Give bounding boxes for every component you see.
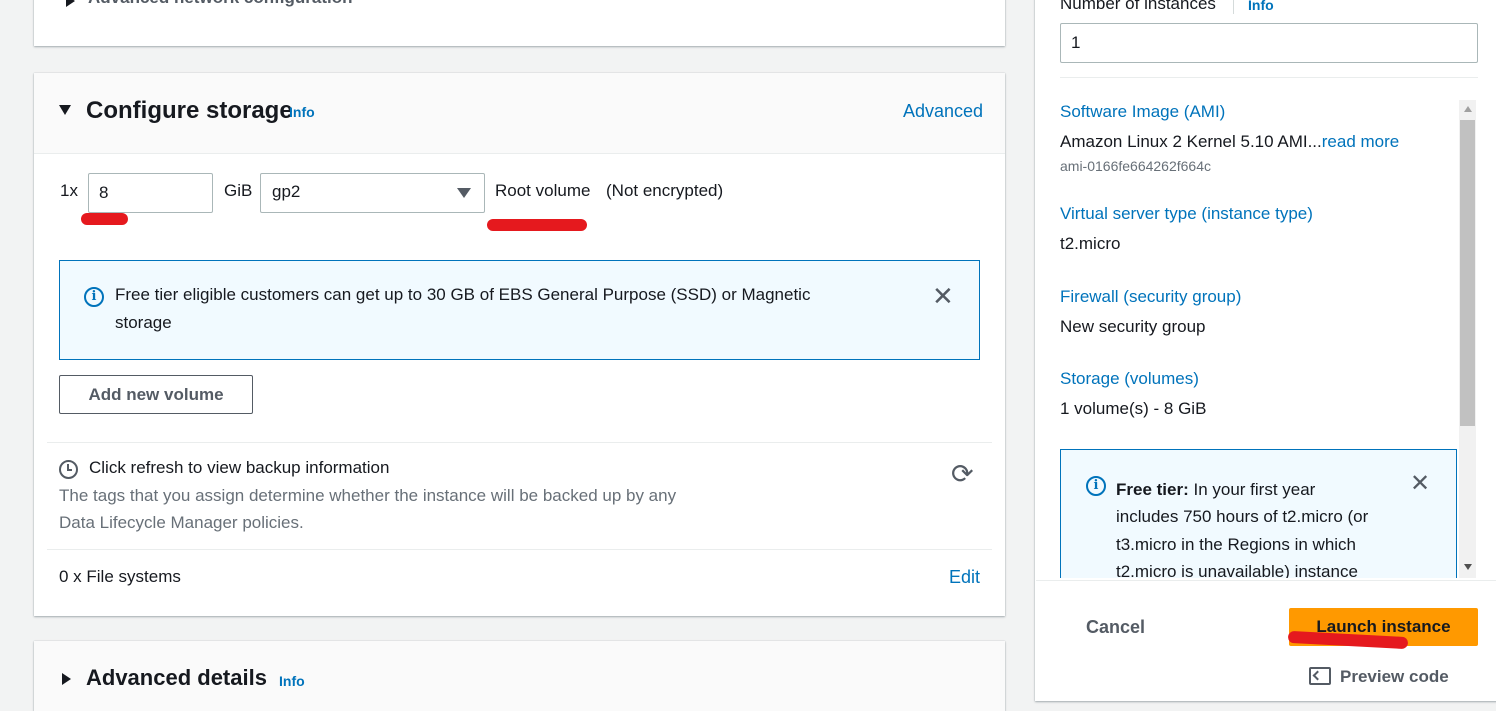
divider xyxy=(47,549,992,550)
encryption-status: (Not encrypted) xyxy=(606,181,724,200)
close-icon[interactable]: ✕ xyxy=(1410,472,1430,496)
volume-size-input[interactable] xyxy=(88,173,213,213)
preview-code-icon[interactable] xyxy=(1309,667,1331,685)
instance-type-label-link[interactable]: Virtual server type (instance type) xyxy=(1060,204,1313,224)
storage-info-link[interactable]: Info xyxy=(289,104,315,120)
divider xyxy=(47,442,992,443)
volume-type-value: gp2 xyxy=(272,182,301,201)
clock-icon xyxy=(59,460,78,479)
ami-id: ami-0166fe664262f664c xyxy=(1060,158,1212,174)
backup-desc-line1: The tags that you assign determine wheth… xyxy=(59,486,677,505)
info-circle-icon: i xyxy=(84,287,104,307)
advanced-details-panel[interactable]: Advanced details Info xyxy=(34,641,1005,711)
alert-text-line1: Free tier eligible customers can get up … xyxy=(115,285,811,304)
storage-value: 1 volume(s) - 8 GiB xyxy=(1060,399,1207,418)
add-new-volume-button[interactable]: Add new volume xyxy=(59,375,253,414)
alert-text-line2: storage xyxy=(115,313,172,332)
root-volume-label: Root volume xyxy=(495,181,591,200)
scrollbar-thumb[interactable] xyxy=(1460,120,1475,426)
instance-type-value: t2.micro xyxy=(1060,234,1121,253)
advanced-details-info-link[interactable]: Info xyxy=(279,673,305,689)
expand-caret-icon[interactable] xyxy=(62,673,71,685)
instances-info-link[interactable]: Info xyxy=(1248,0,1274,13)
file-systems-label: 0 x File systems xyxy=(59,567,181,586)
free-tier-line3: t3.micro in the Regions in which xyxy=(1116,535,1357,554)
annotation-underline-size xyxy=(81,213,128,225)
label-separator xyxy=(1233,0,1234,14)
free-tier-alert: i Free tier: In your first year includes… xyxy=(1060,449,1457,578)
backup-desc-line2: Data Lifecycle Manager policies. xyxy=(59,513,304,532)
backup-title: Click refresh to view backup information xyxy=(89,458,390,477)
annotation-underline-root xyxy=(487,219,587,231)
scroll-down-arrow-icon[interactable] xyxy=(1464,564,1472,570)
volume-size-unit: GiB xyxy=(224,181,253,200)
summary-scroll-area[interactable]: Software Image (AMI) Amazon Linux 2 Kern… xyxy=(1036,98,1478,578)
storage-title: Configure storage xyxy=(86,97,293,124)
file-systems-edit-link[interactable]: Edit xyxy=(949,567,980,588)
info-circle-icon: i xyxy=(1086,476,1106,496)
divider xyxy=(1060,77,1478,78)
instances-input[interactable] xyxy=(1060,23,1478,63)
summary-scrollbar[interactable] xyxy=(1459,100,1476,578)
close-icon[interactable]: ✕ xyxy=(932,283,954,309)
firewall-label-link[interactable]: Firewall (security group) xyxy=(1060,287,1241,307)
free-tier-line2: includes 750 hours of t2.micro (or xyxy=(1116,507,1369,526)
ami-label-link[interactable]: Software Image (AMI) xyxy=(1060,102,1225,122)
storage-label-link[interactable]: Storage (volumes) xyxy=(1060,369,1199,389)
network-config-panel: Advanced network configuration xyxy=(34,0,1005,46)
chevron-down-icon xyxy=(457,188,471,198)
firewall-value: New security group xyxy=(1060,317,1206,336)
scroll-up-arrow-icon[interactable] xyxy=(1464,106,1472,112)
volume-type-select[interactable]: gp2 xyxy=(260,173,485,213)
instances-label: Number of instances xyxy=(1060,0,1216,13)
ami-read-more-link[interactable]: read more xyxy=(1322,132,1399,151)
refresh-icon[interactable]: ⟳ xyxy=(951,460,974,488)
storage-advanced-link[interactable]: Advanced xyxy=(903,101,983,122)
network-config-title[interactable]: Advanced network configuration xyxy=(88,0,352,8)
cancel-button[interactable]: Cancel xyxy=(1086,617,1145,638)
free-tier-line1: Free tier: In your first year xyxy=(1116,480,1316,499)
advanced-details-title: Advanced details xyxy=(86,665,267,690)
add-new-volume-label: Add new volume xyxy=(88,384,224,404)
ami-value: Amazon Linux 2 Kernel 5.10 AMI...read mo… xyxy=(1060,132,1400,151)
free-tier-storage-alert: i Free tier eligible customers can get u… xyxy=(59,260,980,360)
divider xyxy=(1036,580,1496,581)
collapse-caret-icon[interactable] xyxy=(59,105,71,115)
free-tier-line4: t2.micro is unavailable) instance xyxy=(1116,562,1358,578)
expand-caret-icon[interactable] xyxy=(66,0,75,7)
preview-code-link[interactable]: Preview code xyxy=(1340,667,1449,687)
volume-count-prefix: 1x xyxy=(60,181,78,200)
